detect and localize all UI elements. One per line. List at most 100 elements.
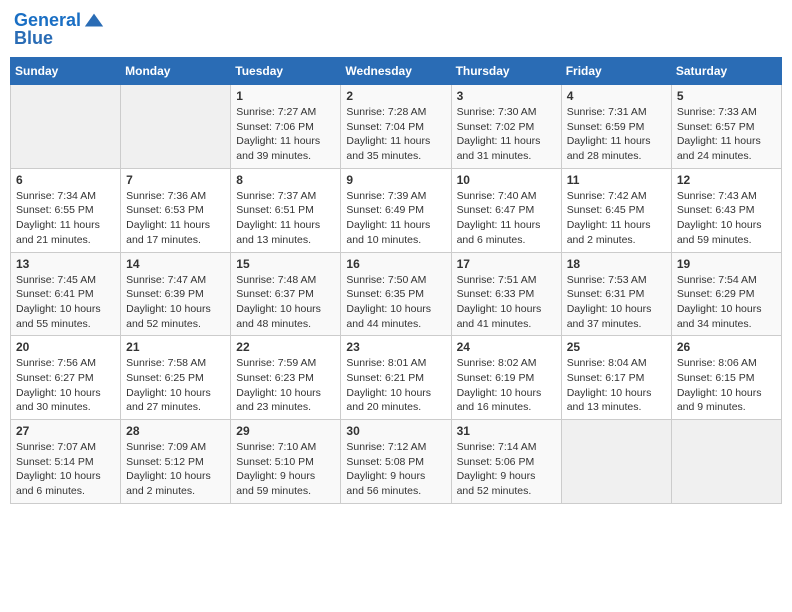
day-info: Sunrise: 7:33 AMSunset: 6:57 PMDaylight:… — [677, 105, 776, 164]
day-number: 28 — [126, 424, 225, 438]
day-info: Sunrise: 7:59 AMSunset: 6:23 PMDaylight:… — [236, 356, 335, 415]
day-number: 20 — [16, 340, 115, 354]
day-info: Sunrise: 7:07 AMSunset: 5:14 PMDaylight:… — [16, 440, 115, 499]
day-number: 10 — [457, 173, 556, 187]
day-cell: 31 Sunrise: 7:14 AMSunset: 5:06 PMDaylig… — [451, 420, 561, 504]
day-cell: 8 Sunrise: 7:37 AMSunset: 6:51 PMDayligh… — [231, 168, 341, 252]
day-number: 3 — [457, 89, 556, 103]
day-info: Sunrise: 8:01 AMSunset: 6:21 PMDaylight:… — [346, 356, 445, 415]
day-cell — [671, 420, 781, 504]
day-number: 19 — [677, 257, 776, 271]
day-info: Sunrise: 7:45 AMSunset: 6:41 PMDaylight:… — [16, 273, 115, 332]
day-info: Sunrise: 7:39 AMSunset: 6:49 PMDaylight:… — [346, 189, 445, 248]
day-cell — [11, 85, 121, 169]
day-header-friday: Friday — [561, 58, 671, 85]
day-cell: 28 Sunrise: 7:09 AMSunset: 5:12 PMDaylig… — [121, 420, 231, 504]
day-info: Sunrise: 7:58 AMSunset: 6:25 PMDaylight:… — [126, 356, 225, 415]
day-number: 27 — [16, 424, 115, 438]
day-info: Sunrise: 8:04 AMSunset: 6:17 PMDaylight:… — [567, 356, 666, 415]
day-header-saturday: Saturday — [671, 58, 781, 85]
day-number: 4 — [567, 89, 666, 103]
day-header-wednesday: Wednesday — [341, 58, 451, 85]
day-number: 14 — [126, 257, 225, 271]
day-number: 18 — [567, 257, 666, 271]
day-number: 31 — [457, 424, 556, 438]
day-info: Sunrise: 7:14 AMSunset: 5:06 PMDaylight:… — [457, 440, 556, 499]
week-row-3: 13 Sunrise: 7:45 AMSunset: 6:41 PMDaylig… — [11, 252, 782, 336]
day-cell: 6 Sunrise: 7:34 AMSunset: 6:55 PMDayligh… — [11, 168, 121, 252]
day-number: 5 — [677, 89, 776, 103]
day-cell: 11 Sunrise: 7:42 AMSunset: 6:45 PMDaylig… — [561, 168, 671, 252]
day-header-tuesday: Tuesday — [231, 58, 341, 85]
day-number: 26 — [677, 340, 776, 354]
day-cell: 5 Sunrise: 7:33 AMSunset: 6:57 PMDayligh… — [671, 85, 781, 169]
day-cell: 26 Sunrise: 8:06 AMSunset: 6:15 PMDaylig… — [671, 336, 781, 420]
day-info: Sunrise: 7:56 AMSunset: 6:27 PMDaylight:… — [16, 356, 115, 415]
day-cell: 30 Sunrise: 7:12 AMSunset: 5:08 PMDaylig… — [341, 420, 451, 504]
week-row-2: 6 Sunrise: 7:34 AMSunset: 6:55 PMDayligh… — [11, 168, 782, 252]
day-info: Sunrise: 7:37 AMSunset: 6:51 PMDaylight:… — [236, 189, 335, 248]
week-row-5: 27 Sunrise: 7:07 AMSunset: 5:14 PMDaylig… — [11, 420, 782, 504]
day-info: Sunrise: 7:09 AMSunset: 5:12 PMDaylight:… — [126, 440, 225, 499]
day-number: 7 — [126, 173, 225, 187]
page-header: General Blue — [10, 10, 782, 49]
day-number: 25 — [567, 340, 666, 354]
day-cell — [561, 420, 671, 504]
day-cell: 17 Sunrise: 7:51 AMSunset: 6:33 PMDaylig… — [451, 252, 561, 336]
day-cell: 1 Sunrise: 7:27 AMSunset: 7:06 PMDayligh… — [231, 85, 341, 169]
day-info: Sunrise: 7:27 AMSunset: 7:06 PMDaylight:… — [236, 105, 335, 164]
day-number: 6 — [16, 173, 115, 187]
day-info: Sunrise: 7:10 AMSunset: 5:10 PMDaylight:… — [236, 440, 335, 499]
day-number: 12 — [677, 173, 776, 187]
day-info: Sunrise: 7:40 AMSunset: 6:47 PMDaylight:… — [457, 189, 556, 248]
day-cell: 24 Sunrise: 8:02 AMSunset: 6:19 PMDaylig… — [451, 336, 561, 420]
day-cell: 2 Sunrise: 7:28 AMSunset: 7:04 PMDayligh… — [341, 85, 451, 169]
day-cell: 19 Sunrise: 7:54 AMSunset: 6:29 PMDaylig… — [671, 252, 781, 336]
day-number: 9 — [346, 173, 445, 187]
calendar-table: SundayMondayTuesdayWednesdayThursdayFrid… — [10, 57, 782, 504]
day-cell: 15 Sunrise: 7:48 AMSunset: 6:37 PMDaylig… — [231, 252, 341, 336]
day-cell: 12 Sunrise: 7:43 AMSunset: 6:43 PMDaylig… — [671, 168, 781, 252]
day-info: Sunrise: 7:30 AMSunset: 7:02 PMDaylight:… — [457, 105, 556, 164]
day-info: Sunrise: 7:42 AMSunset: 6:45 PMDaylight:… — [567, 189, 666, 248]
day-number: 2 — [346, 89, 445, 103]
day-cell: 27 Sunrise: 7:07 AMSunset: 5:14 PMDaylig… — [11, 420, 121, 504]
day-info: Sunrise: 7:34 AMSunset: 6:55 PMDaylight:… — [16, 189, 115, 248]
day-number: 8 — [236, 173, 335, 187]
day-cell: 7 Sunrise: 7:36 AMSunset: 6:53 PMDayligh… — [121, 168, 231, 252]
day-cell: 13 Sunrise: 7:45 AMSunset: 6:41 PMDaylig… — [11, 252, 121, 336]
day-cell: 14 Sunrise: 7:47 AMSunset: 6:39 PMDaylig… — [121, 252, 231, 336]
day-header-thursday: Thursday — [451, 58, 561, 85]
day-number: 11 — [567, 173, 666, 187]
week-row-4: 20 Sunrise: 7:56 AMSunset: 6:27 PMDaylig… — [11, 336, 782, 420]
logo-icon — [83, 10, 105, 32]
day-cell: 4 Sunrise: 7:31 AMSunset: 6:59 PMDayligh… — [561, 85, 671, 169]
day-number: 23 — [346, 340, 445, 354]
day-number: 16 — [346, 257, 445, 271]
day-cell — [121, 85, 231, 169]
day-info: Sunrise: 8:02 AMSunset: 6:19 PMDaylight:… — [457, 356, 556, 415]
day-header-monday: Monday — [121, 58, 231, 85]
day-number: 21 — [126, 340, 225, 354]
day-cell: 25 Sunrise: 8:04 AMSunset: 6:17 PMDaylig… — [561, 336, 671, 420]
day-cell: 18 Sunrise: 7:53 AMSunset: 6:31 PMDaylig… — [561, 252, 671, 336]
day-number: 22 — [236, 340, 335, 354]
day-info: Sunrise: 7:12 AMSunset: 5:08 PMDaylight:… — [346, 440, 445, 499]
day-info: Sunrise: 7:31 AMSunset: 6:59 PMDaylight:… — [567, 105, 666, 164]
calendar-header-row: SundayMondayTuesdayWednesdayThursdayFrid… — [11, 58, 782, 85]
day-info: Sunrise: 7:43 AMSunset: 6:43 PMDaylight:… — [677, 189, 776, 248]
day-info: Sunrise: 7:47 AMSunset: 6:39 PMDaylight:… — [126, 273, 225, 332]
logo: General Blue — [14, 10, 105, 49]
day-number: 15 — [236, 257, 335, 271]
day-info: Sunrise: 7:48 AMSunset: 6:37 PMDaylight:… — [236, 273, 335, 332]
day-number: 17 — [457, 257, 556, 271]
day-cell: 29 Sunrise: 7:10 AMSunset: 5:10 PMDaylig… — [231, 420, 341, 504]
day-number: 29 — [236, 424, 335, 438]
day-header-sunday: Sunday — [11, 58, 121, 85]
day-cell: 23 Sunrise: 8:01 AMSunset: 6:21 PMDaylig… — [341, 336, 451, 420]
day-number: 24 — [457, 340, 556, 354]
day-info: Sunrise: 7:53 AMSunset: 6:31 PMDaylight:… — [567, 273, 666, 332]
week-row-1: 1 Sunrise: 7:27 AMSunset: 7:06 PMDayligh… — [11, 85, 782, 169]
day-cell: 10 Sunrise: 7:40 AMSunset: 6:47 PMDaylig… — [451, 168, 561, 252]
day-info: Sunrise: 7:50 AMSunset: 6:35 PMDaylight:… — [346, 273, 445, 332]
